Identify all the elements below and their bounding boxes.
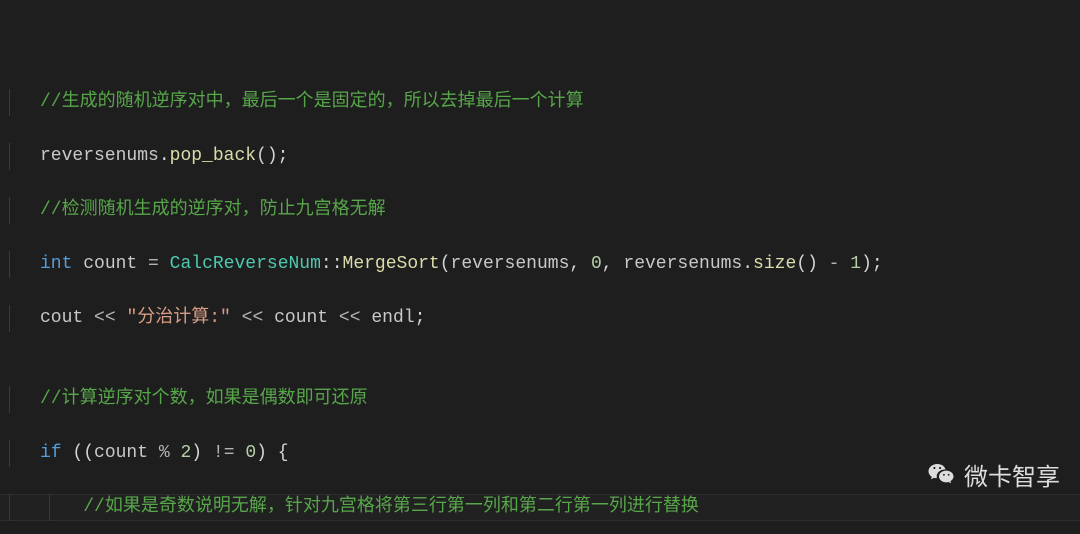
code-editor[interactable]: //生成的随机逆序对中，最后一个是固定的，所以去掉最后一个计算 reversen… [0,0,1080,534]
identifier: count [94,443,148,463]
identifier: reversenums [451,254,570,274]
identifier: endl [371,308,414,328]
comment: //如果是奇数说明无解，针对九宫格将第三行第一列和第二行第一列进行替换 [83,497,699,517]
method: pop_back [170,146,256,166]
keyword: int [40,254,72,274]
wechat-icon [886,432,956,522]
method: size [753,254,796,274]
comment: //检测随机生成的逆序对，防止九宫格无解 [40,200,386,220]
code-line: //检测随机生成的逆序对，防止九宫格无解 [0,197,1080,224]
comment: //计算逆序对个数，如果是偶数即可还原 [40,389,368,409]
number: 0 [245,443,256,463]
watermark: 微卡智享 [886,432,1060,522]
code-line: reversenums.pop_back(); [0,143,1080,170]
code-line: cout << "分治计算:" << count << endl; [0,305,1080,332]
code-line: //生成的随机逆序对中，最后一个是固定的，所以去掉最后一个计算 [0,89,1080,116]
number: 0 [591,254,602,274]
number: 1 [850,254,861,274]
identifier: count [274,308,328,328]
identifier: reversenums [623,254,742,274]
code-line: int count = CalcReverseNum::MergeSort(re… [0,251,1080,278]
comment: //生成的随机逆序对中，最后一个是固定的，所以去掉最后一个计算 [40,92,584,112]
class-name: CalcReverseNum [170,254,321,274]
watermark-text: 微卡智享 [964,464,1060,491]
number: 2 [180,443,191,463]
identifier: count [83,254,137,274]
method: MergeSort [343,254,440,274]
code-line: //计算逆序对个数，如果是偶数即可还原 [0,386,1080,413]
string-literal: "分治计算:" [126,308,230,328]
identifier: cout [40,308,83,328]
keyword: if [40,443,62,463]
identifier: reversenums [40,146,159,166]
